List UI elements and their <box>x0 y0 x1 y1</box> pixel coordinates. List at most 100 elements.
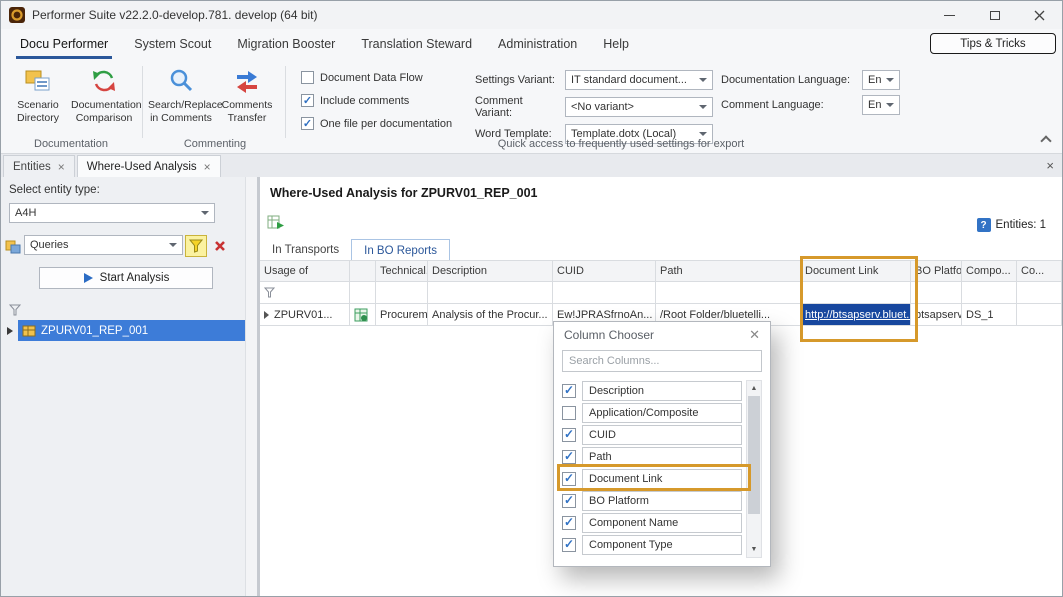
expand-arrow-icon[interactable] <box>264 311 269 319</box>
tab-in-transports[interactable]: In Transports <box>260 239 351 261</box>
comment-variant-dropdown[interactable]: <No variant> <box>565 97 713 117</box>
tab-where-used-analysis[interactable]: Where-Used Analysis × <box>77 155 221 177</box>
tab-administration[interactable]: Administration <box>485 29 590 59</box>
column-header-technical[interactable]: Technical... <box>376 260 428 282</box>
sidebar-scrollbar[interactable] <box>245 177 257 597</box>
filter-cell[interactable] <box>553 282 656 304</box>
collapse-ribbon-icon[interactable] <box>1040 135 1051 146</box>
documentation-language-dropdown[interactable]: En <box>862 70 900 90</box>
column-header-path[interactable]: Path <box>656 260 801 282</box>
column-option-label[interactable]: Component Name <box>582 513 742 533</box>
column-search-input[interactable] <box>562 350 762 372</box>
entity-type-dropdown[interactable]: Queries <box>24 235 183 255</box>
checkbox-icon[interactable] <box>562 450 576 464</box>
cell-usage-of[interactable]: ZPURV01... <box>260 304 350 326</box>
column-option-label[interactable]: Component Type <box>582 535 742 555</box>
tab-help[interactable]: Help <box>590 29 642 59</box>
clear-filter-button[interactable] <box>209 235 231 257</box>
cell-component-type[interactable] <box>1017 304 1062 326</box>
cell-technical[interactable]: Procurem... <box>376 304 428 326</box>
cell-document-link[interactable]: http://btsapserv.bluet... <box>801 304 911 326</box>
checkbox-icon[interactable] <box>562 472 576 486</box>
filter-cell[interactable] <box>801 282 911 304</box>
tree-item-selected[interactable]: ZPURV01_REP_001 <box>18 320 248 341</box>
search-replace-comments-button[interactable]: Search/Replace in Comments <box>148 64 214 124</box>
column-option-application-composite[interactable]: Application/Composite <box>562 402 742 423</box>
checkbox-one-file-per-documentation[interactable]: One file per documentation <box>301 117 473 130</box>
tree-item-zpurv01[interactable]: ZPURV01_REP_001 <box>1 320 248 341</box>
tab-translation-steward[interactable]: Translation Steward <box>348 29 485 59</box>
settings-variant-dropdown[interactable]: IT standard document... <box>565 70 713 90</box>
tips-tricks-button[interactable]: Tips & Tricks <box>930 33 1056 54</box>
documentation-comparison-button[interactable]: Documentation Comparison <box>71 64 137 124</box>
close-button[interactable] <box>1017 1 1062 29</box>
close-tab-icon[interactable]: × <box>204 161 211 173</box>
checkbox-document-data-flow[interactable]: Document Data Flow <box>301 71 473 84</box>
filter-cell-usage-of[interactable] <box>260 282 350 304</box>
start-analysis-button[interactable]: Start Analysis <box>39 267 213 289</box>
filter-button[interactable] <box>185 235 207 257</box>
column-option-path[interactable]: Path <box>562 446 742 467</box>
dialog-close-icon[interactable]: ✕ <box>749 327 760 343</box>
column-option-label[interactable]: Document Link <box>582 469 742 489</box>
column-option-component-name[interactable]: Component Name <box>562 512 742 533</box>
column-option-label[interactable]: CUID <box>582 425 742 445</box>
checkbox-icon[interactable] <box>562 428 576 442</box>
tab-in-bo-reports[interactable]: In BO Reports <box>351 239 450 261</box>
column-option-bo-platform[interactable]: BO Platform <box>562 490 742 511</box>
scroll-down-icon[interactable]: ▼ <box>747 542 761 557</box>
checkbox-icon[interactable] <box>562 494 576 508</box>
column-option-label[interactable]: Application/Composite <box>582 403 742 423</box>
maximize-button[interactable] <box>972 1 1017 29</box>
tree-filter-icon[interactable] <box>9 303 21 321</box>
cell-component-name[interactable]: DS_1 <box>962 304 1017 326</box>
filter-cell[interactable] <box>350 282 376 304</box>
filter-cell[interactable] <box>962 282 1017 304</box>
filter-cell[interactable] <box>1017 282 1062 304</box>
expand-arrow-icon[interactable] <box>7 327 13 335</box>
column-option-document-link[interactable]: Document Link <box>562 468 742 489</box>
scroll-up-icon[interactable]: ▲ <box>747 381 761 396</box>
filter-cell[interactable] <box>428 282 553 304</box>
checkbox-icon[interactable] <box>562 384 576 398</box>
column-option-description[interactable]: Description <box>562 380 742 401</box>
cell-type-icon[interactable] <box>350 304 376 326</box>
column-header-usage-of[interactable]: Usage of <box>260 260 350 282</box>
tab-entities[interactable]: Entities × <box>3 155 75 177</box>
column-option-label[interactable]: Description <box>582 381 742 401</box>
scenario-directory-button[interactable]: Scenario Directory <box>5 64 71 124</box>
filter-cell[interactable] <box>376 282 428 304</box>
scrollbar-thumb[interactable] <box>748 396 760 514</box>
column-option-label[interactable]: Path <box>582 447 742 467</box>
filter-cell[interactable] <box>911 282 962 304</box>
dialog-scrollbar[interactable]: ▲ ▼ <box>746 380 762 558</box>
column-header-description[interactable]: Description <box>428 260 553 282</box>
close-document-icon[interactable]: × <box>1046 158 1054 173</box>
column-header-bo-platform[interactable]: BO Platfo... <box>911 260 962 282</box>
checkbox-icon[interactable] <box>562 538 576 552</box>
column-option-label[interactable]: BO Platform <box>582 491 742 511</box>
system-dropdown[interactable]: A4H <box>9 203 215 223</box>
column-header-cuid[interactable]: CUID <box>553 260 656 282</box>
checkbox-icon[interactable] <box>562 516 576 530</box>
close-tab-icon[interactable]: × <box>58 161 65 173</box>
column-option-component-type[interactable]: Component Type <box>562 534 742 555</box>
checkbox-include-comments[interactable]: Include comments <box>301 94 473 107</box>
cell-description[interactable]: Analysis of the Procur... <box>428 304 553 326</box>
dialog-titlebar[interactable]: Column Chooser ✕ <box>554 322 770 348</box>
column-option-cuid[interactable]: CUID <box>562 424 742 445</box>
column-header-icon[interactable] <box>350 260 376 282</box>
comment-language-dropdown[interactable]: En <box>862 95 900 115</box>
column-header-document-link[interactable]: Document Link <box>801 260 911 282</box>
tab-migration-booster[interactable]: Migration Booster <box>224 29 348 59</box>
column-header-component-type[interactable]: Co... <box>1017 260 1062 282</box>
minimize-button[interactable] <box>927 1 972 29</box>
tab-system-scout[interactable]: System Scout <box>121 29 224 59</box>
cell-bo-platform[interactable]: btsapserv <box>911 304 962 326</box>
column-header-component-name[interactable]: Compo... <box>962 260 1017 282</box>
filter-cell[interactable] <box>656 282 801 304</box>
tab-docu-performer[interactable]: Docu Performer <box>7 29 121 59</box>
export-icon[interactable] <box>267 214 284 235</box>
checkbox-icon[interactable] <box>562 406 576 420</box>
comments-transfer-button[interactable]: Comments Transfer <box>214 64 280 124</box>
